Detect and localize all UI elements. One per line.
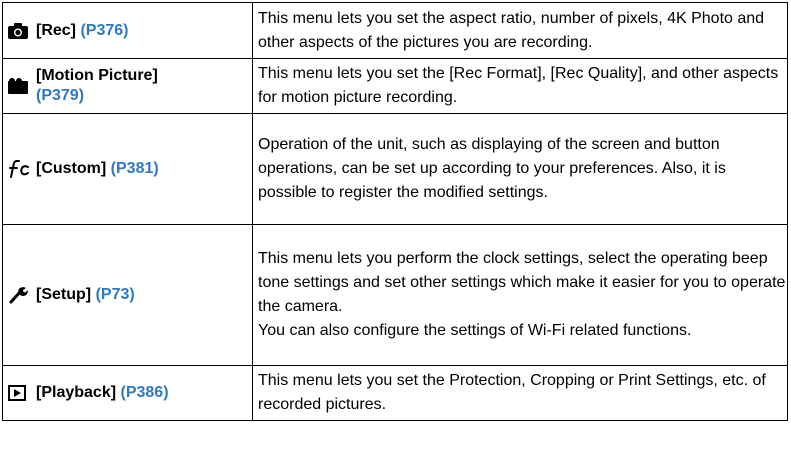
page-ref-link-playback[interactable]: (P386) (121, 384, 169, 401)
menu-description-custom: Operation of the unit, such as displayin… (252, 113, 788, 225)
page-ref-link-custom[interactable]: (P381) (111, 160, 159, 177)
menu-description-setup-line: You can also configure the settings of W… (258, 322, 692, 339)
menu-label-rec: [Rec] (36, 21, 77, 39)
menu-row-setup: [Setup] (P73) This menu lets you perform… (2, 224, 788, 366)
wrench-icon (8, 285, 30, 305)
menu-label-custom: [Custom] (36, 160, 107, 177)
menu-name-cell: [Custom] (P381) (2, 113, 253, 225)
menu-name-cell: [Playback] (P386) (2, 365, 253, 421)
movie-camera-icon (8, 76, 30, 96)
menu-description-motion-picture: This menu lets you set the [Rec Format],… (252, 58, 788, 114)
playback-icon (8, 383, 30, 403)
menu-row-rec: [Rec] (P376) This menu lets you set the … (2, 2, 788, 59)
menu-label-setup: [Setup] (36, 286, 92, 303)
menu-name-cell: [Setup] (P73) (2, 224, 253, 366)
menu-name-cell: [Motion Picture] (P379) (2, 58, 253, 114)
menu-description-rec: This menu lets you set the aspect ratio,… (252, 2, 788, 59)
menu-label-playback: [Playback] (36, 384, 117, 401)
page-ref-link-rec[interactable]: (P376) (80, 22, 128, 39)
menu-row-custom: [Custom] (P381) Operation of the unit, s… (2, 113, 788, 225)
custom-icon (8, 159, 30, 179)
menu-description-setup: This menu lets you perform the clock set… (252, 224, 788, 366)
page-ref-link-setup[interactable]: (P73) (96, 286, 135, 303)
camera-icon (8, 21, 30, 41)
menu-table: [Rec] (P376) This menu lets you set the … (2, 2, 788, 421)
menu-name-cell: [Rec] (P376) (2, 2, 253, 59)
menu-row-playback: [Playback] (P386) This menu lets you set… (2, 365, 788, 421)
menu-description-setup-line: This menu lets you perform the clock set… (258, 250, 786, 315)
menu-row-motion-picture: [Motion Picture] (P379) This menu lets y… (2, 58, 788, 114)
menu-label-motion-picture: [Motion Picture] (36, 67, 158, 84)
menu-description-playback: This menu lets you set the Protection, C… (252, 365, 788, 421)
page-ref-link-motion-picture[interactable]: (P379) (36, 87, 84, 104)
